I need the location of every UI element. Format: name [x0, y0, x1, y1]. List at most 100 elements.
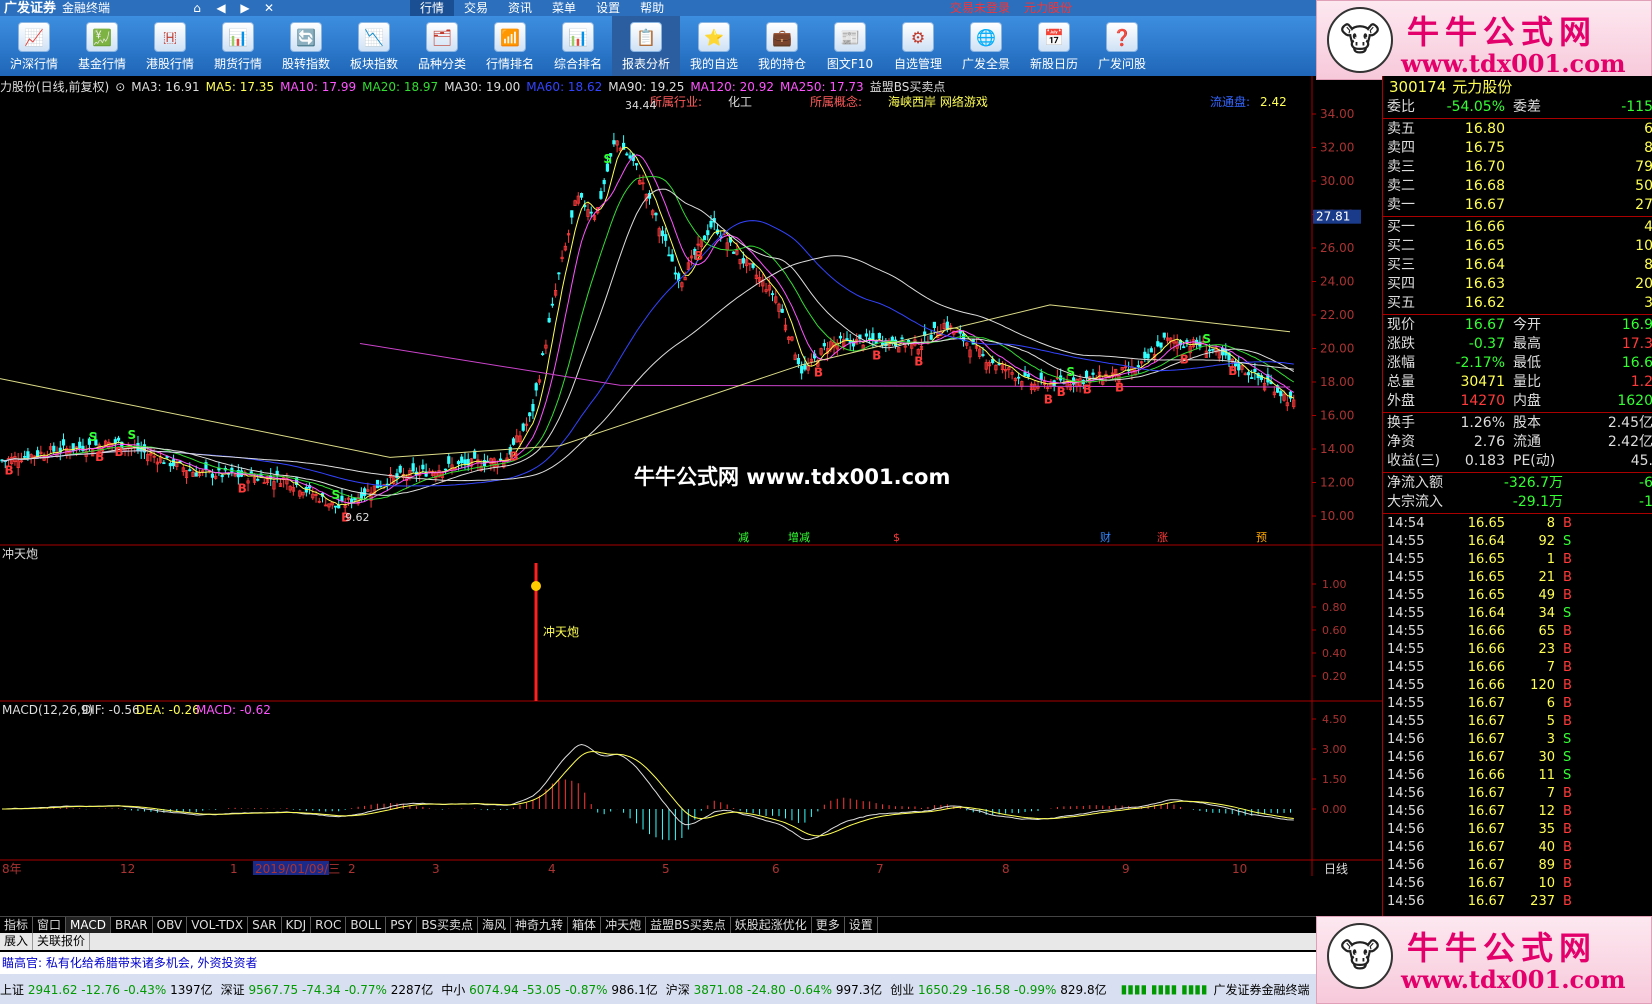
toolbar-button[interactable]: 🔄 股转指数 [272, 16, 340, 76]
forward-icon[interactable]: ▶ [238, 1, 252, 15]
price-axis-label: 20.00 [1320, 342, 1354, 356]
indicator-tab[interactable]: 箱体 [568, 917, 602, 933]
toolbar-button[interactable]: 🗂 品种分类 [408, 16, 476, 76]
indicator-tab[interactable]: KDJ [282, 917, 312, 933]
tools-icon[interactable]: ✕ [262, 1, 276, 15]
ask-row[interactable]: 卖一 16.67 27 [1383, 196, 1652, 215]
event-label[interactable]: 预 [1256, 531, 1267, 544]
indicator-tab[interactable]: 指标 [0, 917, 34, 933]
bs-marker: B [1180, 352, 1189, 366]
candles [0, 132, 1296, 514]
secondary-tab[interactable]: 关联报价 [33, 933, 91, 950]
industry-info: 所属行业: [650, 95, 702, 109]
menu-item[interactable]: 帮助 [630, 0, 674, 16]
chevron-down-icon[interactable]: ⊙ [115, 80, 125, 94]
indicator-tab[interactable]: 更多 [812, 917, 845, 933]
index-amount: 2287亿 [390, 982, 434, 997]
home-icon[interactable]: ⌂ [190, 1, 204, 15]
secondary-tab[interactable]: 展入 [0, 933, 34, 950]
app-logo: 广发证券 金融终端 [0, 0, 180, 16]
menu-item[interactable]: 行情 [410, 0, 455, 16]
tick-volume: 11 [1538, 768, 1555, 783]
toolbar-button[interactable]: ⚙ 自选管理 [884, 16, 952, 76]
toolbar-button[interactable]: ❓ 广发问股 [1088, 16, 1156, 76]
index-item[interactable]: 沪深 3871.08 -24.80 -0.64% 997.3亿 [666, 981, 882, 998]
toolbar-button[interactable]: 📶 行情排名 [476, 16, 544, 76]
indicator-tab[interactable]: 益盟BS买卖点 [646, 917, 731, 933]
index-item[interactable]: 深证 9567.75 -74.34 -0.77% 2287亿 [221, 981, 434, 998]
tick-time: 14:55 [1387, 642, 1425, 657]
indicator-tab[interactable]: 海风 [478, 917, 512, 933]
ask-row[interactable]: 卖四 16.75 8 [1383, 139, 1652, 158]
tick-time: 14:55 [1387, 624, 1425, 639]
toolbar-button[interactable]: 📋 报表分析 [612, 16, 680, 76]
candle-body [670, 254, 674, 262]
ask-row[interactable]: 卖五 16.80 6 [1383, 120, 1652, 139]
toolbar-button[interactable]: 📉 板块指数 [340, 16, 408, 76]
indicator-tab[interactable]: SAR [248, 917, 282, 933]
index-item[interactable]: 创业 1650.29 -16.58 -0.99% 829.8亿 [890, 981, 1106, 998]
indicator-tab[interactable]: PSY [386, 917, 418, 933]
bid-row[interactable]: 买五 16.62 3 [1383, 294, 1652, 313]
index-item[interactable]: 上证 2941.62 -12.76 -0.43% 1397亿 [0, 981, 213, 998]
event-label[interactable]: 减 [738, 531, 749, 544]
indicator-tab[interactable]: 妖股起涨优化 [731, 917, 812, 933]
index-amount: 986.1亿 [611, 982, 658, 997]
indicator-tab[interactable]: OBV [153, 917, 188, 933]
tick-side: B [1563, 894, 1572, 909]
quote-label: 外盘 [1387, 393, 1415, 409]
indicator-tab[interactable]: BS买卖点 [417, 917, 479, 933]
bid-row[interactable]: 买三 16.64 8 [1383, 256, 1652, 275]
kline-chart[interactable]: 34.0032.0030.0028.0026.0024.0022.0020.00… [0, 76, 1382, 916]
sector-index-icon: 📉 [358, 22, 390, 52]
candle-body [443, 468, 448, 471]
back-icon[interactable]: ◀ [214, 1, 228, 15]
event-label[interactable]: 财 [1100, 530, 1111, 544]
toolbar-button[interactable]: 📈 沪深行情 [0, 16, 68, 76]
toolbar-button[interactable]: ⭐ 我的自选 [680, 16, 748, 76]
index-name: 上证 [0, 982, 25, 997]
menu-item[interactable]: 交易 [454, 0, 498, 16]
event-label[interactable]: 涨 [1157, 531, 1168, 544]
tick-price: 16.67 [1467, 732, 1505, 747]
index-item[interactable]: 中小 6074.94 -53.05 -0.87% 986.1亿 [441, 981, 657, 998]
indicator-tab[interactable]: BOLL [346, 917, 387, 933]
event-label[interactable]: $ [893, 531, 900, 544]
toolbar-button[interactable]: 📅 新股日历 [1020, 16, 1088, 76]
menu-item[interactable]: 菜单 [542, 0, 586, 16]
toolbar-button[interactable]: 🌐 广发全景 [952, 16, 1020, 76]
indicator-tab[interactable]: VOL-TDX [187, 917, 249, 933]
weibi-label: 委比 [1387, 99, 1415, 115]
ask-row[interactable]: 卖二 16.68 50 [1383, 177, 1652, 196]
status-text[interactable]: 交易未登录 [950, 0, 1010, 16]
bid-row[interactable]: 买二 16.65 10 [1383, 237, 1652, 256]
indicator-tab[interactable]: 冲天炮 [601, 917, 647, 933]
toolbar-button[interactable]: 🇭 港股行情 [136, 16, 204, 76]
toolbar-button[interactable]: 💹 基金行情 [68, 16, 136, 76]
toolbar-button[interactable]: 📊 期货行情 [204, 16, 272, 76]
status-text[interactable]: 元力股份 [1024, 0, 1072, 16]
tick-row: 14:56 16.67 89 B [1383, 857, 1652, 875]
event-label[interactable]: 增减 [788, 530, 810, 544]
indicator-tab[interactable]: ROC [311, 917, 347, 933]
tick-side: B [1563, 660, 1572, 675]
cow-logo-icon: 🐮 [1327, 7, 1393, 73]
indicator-tab[interactable]: 设置 [845, 917, 878, 933]
menu-item[interactable]: 设置 [586, 0, 630, 16]
tick-volume: 35 [1538, 822, 1555, 837]
ask-row[interactable]: 卖三 16.70 79 [1383, 158, 1652, 177]
bid-row[interactable]: 买一 16.66 4 [1383, 218, 1652, 237]
indicator-tab[interactable]: BRAR [111, 917, 153, 933]
chart-area[interactable]: 34.0032.0030.0028.0026.0024.0022.0020.00… [0, 76, 1382, 916]
bid-row[interactable]: 买四 16.63 20 [1383, 275, 1652, 294]
toolbar-button[interactable]: 📊 综合排名 [544, 16, 612, 76]
toolbar-button[interactable]: 💼 我的持仓 [748, 16, 816, 76]
indicator-tab[interactable]: 神奇九转 [511, 917, 569, 933]
news-ticker[interactable]: 瞄高官: 私有化给希腊带来诸多机会, 外资投资者 [0, 952, 1316, 974]
indicator-tab[interactable]: MACD [66, 917, 112, 933]
menu-item[interactable]: 资讯 [498, 0, 542, 16]
indicator-tab[interactable]: 窗口 [33, 917, 67, 933]
period-label[interactable]: 日线 [1324, 862, 1348, 876]
toolbar-button[interactable]: 📰 图文F10 [816, 16, 884, 76]
candle-body [1279, 391, 1283, 397]
